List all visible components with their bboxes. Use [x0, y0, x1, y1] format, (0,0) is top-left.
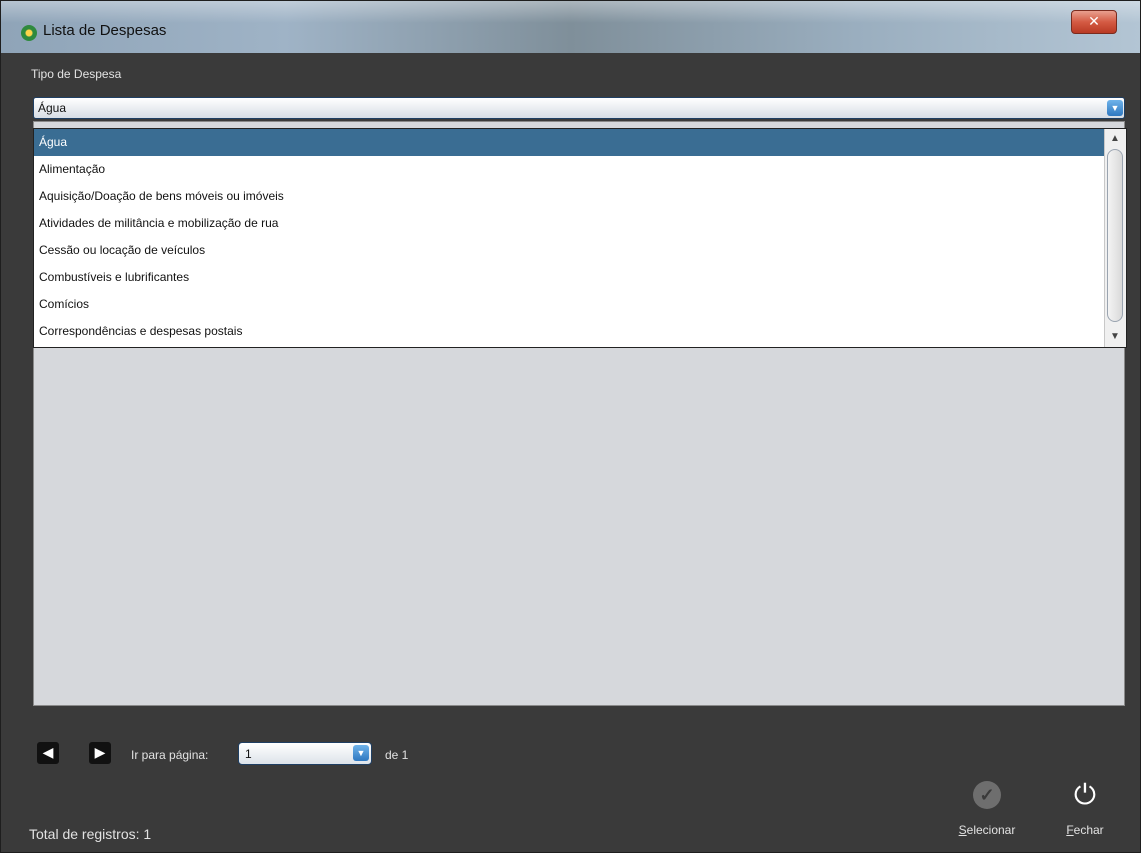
scroll-thumb[interactable]: [1107, 149, 1123, 322]
dropdown-option[interactable]: Alimentação: [34, 156, 1104, 183]
dropdown-option[interactable]: Combustíveis e lubrificantes: [34, 264, 1104, 291]
dropdown-option[interactable]: Água: [34, 129, 1104, 156]
close-button-label: Fechar: [1066, 823, 1104, 837]
select-button-label: Selecionar: [958, 823, 1016, 837]
close-button[interactable]: ⏻ Fechar: [1045, 778, 1125, 846]
total-records-label: Total de registros: 1: [29, 826, 152, 842]
dropdown-option[interactable]: Aquisição/Doação de bens móveis ou imóve…: [34, 183, 1104, 210]
select-button[interactable]: ✓ Selecionar: [947, 781, 1027, 846]
title-bar[interactable]: Lista de Despesas ✕: [1, 1, 1140, 53]
power-icon: ⏻: [1073, 778, 1097, 811]
dropdown-option[interactable]: Correspondências e despesas postais: [34, 318, 1104, 345]
app-logo-icon: [21, 25, 37, 41]
dropdown-option[interactable]: Atividades de militância e mobilização d…: [34, 210, 1104, 237]
close-icon: ✕: [1088, 14, 1100, 30]
chevron-down-icon[interactable]: ▼: [353, 745, 369, 761]
scroll-down-icon[interactable]: ▼: [1107, 329, 1123, 345]
tipo-despesa-combobox[interactable]: Água ▼: [33, 97, 1125, 119]
scroll-up-icon[interactable]: ▲: [1107, 131, 1123, 147]
page-select-value: 1: [245, 747, 252, 761]
title-bar-shine: [1, 1, 1140, 23]
lista-despesas-window: Lista de Despesas ✕ Tipo de Despesa Água…: [0, 0, 1141, 853]
page-total-label: de 1: [385, 748, 409, 762]
window-title: Lista de Despesas: [43, 22, 167, 39]
prev-page-button[interactable]: ◀: [37, 742, 59, 764]
window-close-button[interactable]: ✕: [1071, 10, 1117, 34]
dropdown-option[interactable]: Cessão ou locação de veículos: [34, 237, 1104, 264]
checkmark-icon: ✓: [973, 781, 1001, 809]
next-page-button[interactable]: ▶: [89, 742, 111, 764]
arrow-right-icon: ▶: [94, 745, 106, 761]
goto-page-label: Ir para página:: [131, 748, 209, 762]
arrow-left-icon: ◀: [42, 745, 54, 761]
page-select[interactable]: 1 ▼: [238, 742, 372, 765]
chevron-down-icon[interactable]: ▼: [1107, 100, 1123, 116]
tipo-despesa-label: Tipo de Despesa: [31, 67, 122, 81]
dropdown-option[interactable]: Comícios: [34, 291, 1104, 318]
dropdown-list: Água Alimentação Aquisição/Doação de ben…: [34, 129, 1104, 345]
tipo-despesa-value: Água: [38, 101, 67, 115]
tipo-despesa-dropdown[interactable]: Água Alimentação Aquisição/Doação de ben…: [33, 128, 1127, 348]
dropdown-scrollbar[interactable]: ▲ ▼: [1104, 129, 1126, 347]
